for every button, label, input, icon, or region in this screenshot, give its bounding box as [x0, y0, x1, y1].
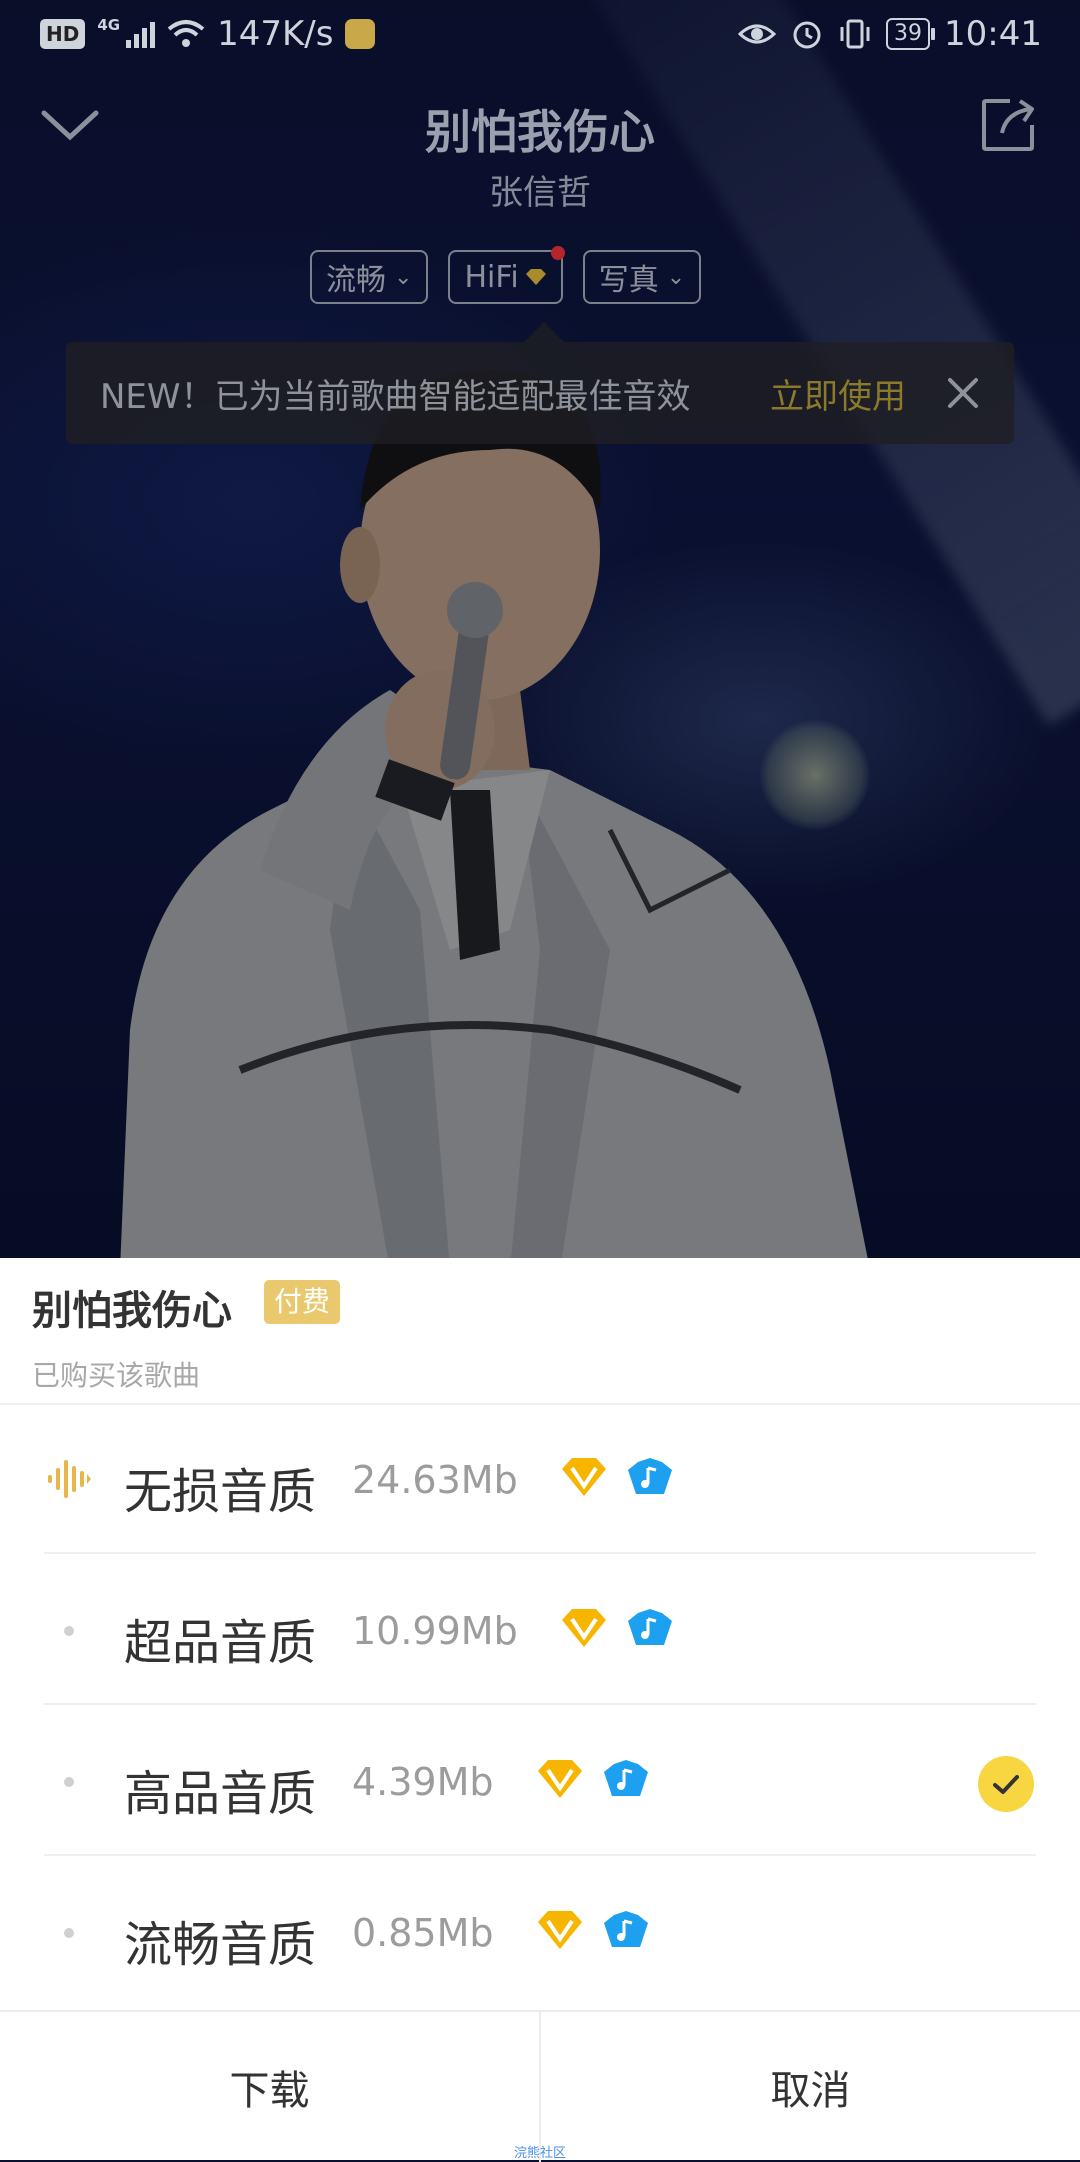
privilege-icons: [560, 1456, 674, 1498]
vip-diamond-icon: [525, 269, 546, 285]
divider: [44, 1703, 1036, 1705]
new-dot-badge: [550, 246, 565, 260]
artist-name[interactable]: 张信哲: [0, 165, 1080, 214]
sheet-song-title: 别怕我伤心: [32, 1288, 232, 1334]
vip-diamond-icon: [562, 1458, 606, 1496]
privilege-icons: [560, 1607, 674, 1649]
hd-voice-icon: HD: [40, 19, 86, 49]
vip-diamond-icon: [538, 1911, 582, 1949]
tip-arrow: [524, 322, 564, 342]
quality-pill[interactable]: 流畅 ⌄: [310, 250, 429, 304]
download-quality-sheet: 别怕我伤心 付费 已购买该歌曲 无损音质 24.63Mb 超品音质 10.99M…: [0, 1258, 1080, 2162]
player-options: 流畅 ⌄ HiFi 写真 ⌄: [310, 246, 702, 304]
notification-app-icon: [345, 19, 376, 49]
use-now-link[interactable]: 立即使用: [770, 369, 906, 418]
eye-comfort-icon: [738, 24, 777, 44]
photo-pill-label: 写真: [598, 263, 659, 298]
sound-effect-tip: NEW！已为当前歌曲智能适配最佳音效 立即使用: [66, 342, 1014, 444]
quality-size: 10.99Mb: [352, 1609, 518, 1653]
bullet-icon: [64, 1928, 74, 1938]
quality-name: 超品音质: [124, 1615, 317, 1671]
quality-size: 4.39Mb: [352, 1760, 494, 1804]
wifi-icon: [167, 20, 205, 47]
bullet-icon: [64, 1777, 74, 1787]
divider: [44, 1854, 1036, 1856]
battery-icon: 39: [886, 18, 936, 50]
alarm-icon: [793, 21, 821, 49]
music-package-icon: [628, 1458, 672, 1494]
photo-pill[interactable]: 写真 ⌄: [582, 250, 702, 304]
selected-check-icon: [978, 1756, 1034, 1812]
quality-option-high[interactable]: 高品音质 4.39Mb: [0, 1706, 1080, 1856]
quality-option-lossless[interactable]: 无损音质 24.63Mb: [0, 1404, 1080, 1554]
bullet-icon: [64, 1626, 74, 1636]
signal-icon: [126, 20, 156, 48]
quality-option-smooth[interactable]: 流畅音质 0.85Mb: [0, 1857, 1080, 2007]
chevron-down-icon: ⌄: [394, 264, 413, 290]
status-bar: HD 4G 147K/s 39 10:41: [0, 0, 1080, 72]
privilege-icons: [536, 1758, 650, 1800]
quality-name: 流畅音质: [124, 1917, 317, 1973]
quality-size: 24.63Mb: [352, 1458, 518, 1502]
quality-name: 无损音质: [124, 1464, 317, 1520]
divider: [44, 1552, 1036, 1554]
quality-option-super[interactable]: 超品音质 10.99Mb: [0, 1555, 1080, 1705]
clock: 10:41: [944, 14, 1042, 54]
music-package-icon: [604, 1760, 648, 1796]
playing-waveform-icon: [48, 1460, 91, 1498]
hifi-pill[interactable]: HiFi: [448, 246, 565, 304]
vip-diamond-icon: [562, 1609, 606, 1647]
paid-badge: 付费: [264, 1280, 341, 1324]
network-speed: 147K/s: [217, 14, 334, 54]
quality-name: 高品音质: [124, 1766, 317, 1822]
action-bar: 下载 取消: [0, 2010, 1080, 2162]
cancel-button[interactable]: 取消: [541, 2012, 1080, 2162]
quality-pill-label: 流畅: [326, 263, 386, 298]
watermark: 浣熊社区: [513, 2146, 566, 2161]
close-icon[interactable]: [946, 376, 980, 410]
purchase-status: 已购买该歌曲: [32, 1359, 201, 1392]
privilege-icons: [536, 1909, 650, 1951]
chevron-down-icon: ⌄: [666, 264, 686, 290]
share-icon[interactable]: [980, 95, 1038, 153]
song-title: 别怕我伤心: [425, 105, 655, 159]
music-package-icon: [604, 1911, 648, 1947]
vip-diamond-icon: [538, 1760, 582, 1798]
vibrate-icon: [840, 19, 870, 49]
network-type: 4G: [97, 16, 121, 34]
hifi-pill-label: HiFi: [464, 259, 519, 295]
quality-size: 0.85Mb: [352, 1911, 494, 1955]
tip-text: NEW！已为当前歌曲智能适配最佳音效: [100, 376, 691, 417]
music-package-icon: [628, 1609, 672, 1645]
download-button[interactable]: 下载: [0, 2012, 539, 2162]
